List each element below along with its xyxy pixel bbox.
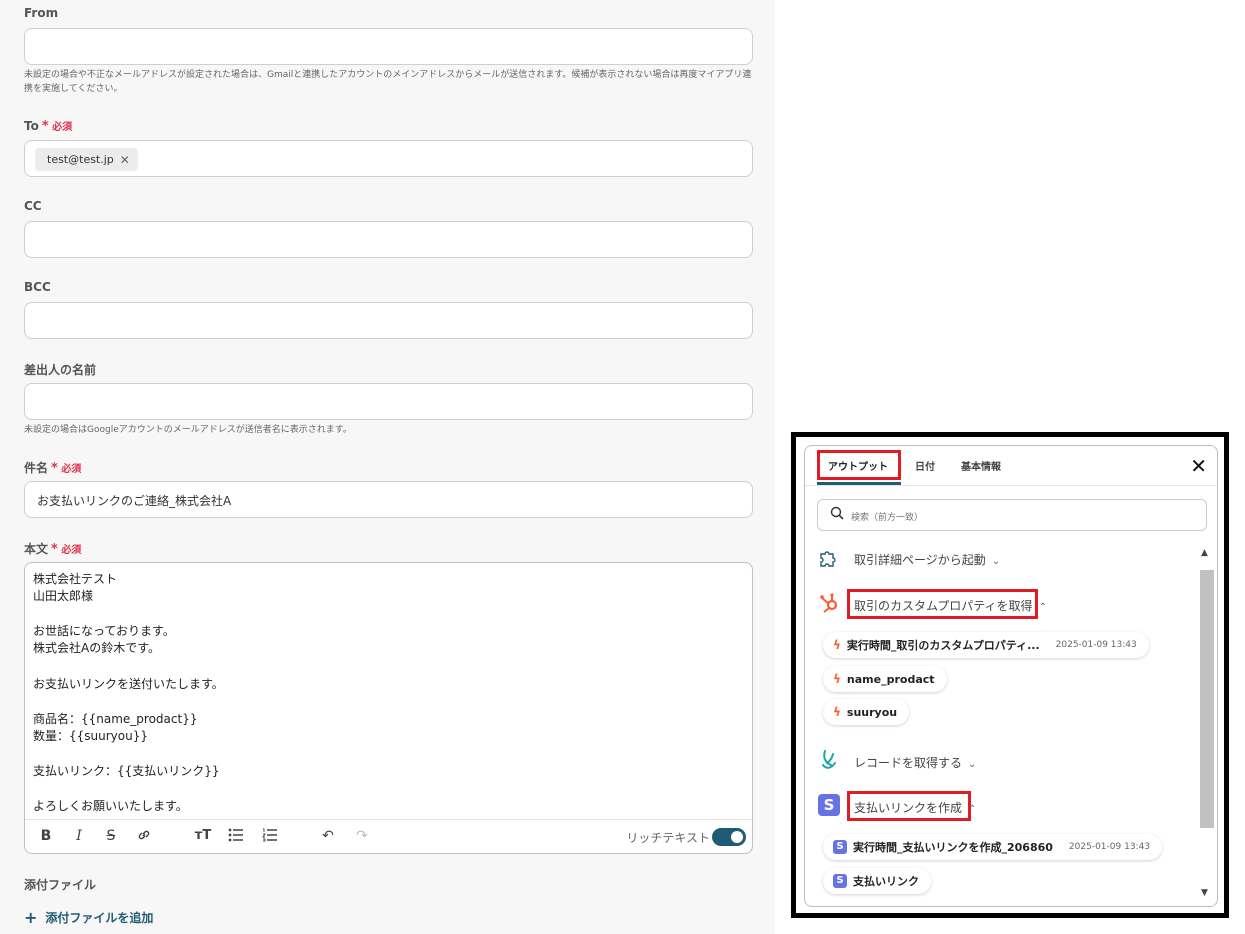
highlight-box [847, 589, 1038, 619]
from-input[interactable] [24, 28, 753, 65]
search-placeholder: 検索（前方一致） [851, 513, 924, 523]
body-label: 本文 * 必須 [24, 540, 81, 557]
strikethrough-icon[interactable]: S [102, 828, 120, 844]
body-line: お世話になっております。 [33, 624, 175, 638]
add-attachment-button[interactable]: + 添付ファイルを追加 [24, 908, 153, 927]
close-icon[interactable]: ✕ [1190, 454, 1207, 478]
hubspot-icon: ϟ [833, 672, 841, 686]
to-label: To * 必須 [24, 118, 72, 134]
body-line: 山田太郎様 [33, 589, 94, 603]
body-line: 株式会社Aの鈴木です。 [33, 641, 161, 655]
from-label: From [24, 6, 59, 20]
scrollbar-thumb[interactable] [1200, 570, 1214, 828]
output-item-timestamp: 2025-01-09 13:43 [1068, 842, 1151, 852]
section-header-record[interactable]: レコードを取得する ⌄ [854, 754, 976, 771]
section-title: 取引詳細ページから起動 [854, 553, 986, 567]
output-item-name: 実行時間_取引のカスタムプロパティ... [846, 639, 1040, 652]
body-line: 商品名：{{name_prodact}} [33, 712, 198, 726]
bcc-label: BCC [24, 280, 51, 294]
hubspot-icon: ϟ [833, 705, 841, 719]
output-item-name: 実行時間_支払いリンクを作成_206860 [853, 841, 1053, 854]
stripe-icon: S [833, 874, 847, 888]
sender-name-hint: 未設定の場合はGoogleアカウントのメールアドレスが送信者名に表示されます。 [24, 425, 352, 435]
cc-input[interactable] [24, 221, 753, 258]
attachments-label: 添付ファイル [24, 878, 97, 892]
output-item-name: suuryou [846, 705, 898, 719]
output-item[interactable]: ϟ 実行時間_取引のカスタムプロパティ... 2025-01-09 13:43 [823, 632, 1149, 658]
editor-toolbar: B I S тT ↶ ↷ リッチテキスト [25, 819, 752, 853]
subject-input[interactable]: お支払いリンクのご連絡_株式会社A [24, 481, 753, 518]
plus-icon: + [24, 908, 38, 927]
hubspot-icon [820, 593, 838, 613]
redo-icon[interactable]: ↷ [353, 828, 371, 844]
body-line: 支払いリンク：{{支払いリンク}} [33, 764, 220, 778]
bold-icon[interactable]: B [37, 828, 55, 844]
required-badge: * 必須 [51, 542, 82, 557]
active-tab-indicator [817, 482, 901, 485]
highlight-box [817, 450, 901, 480]
link-icon[interactable] [135, 828, 153, 846]
sender-name-input[interactable] [24, 383, 753, 420]
stripe-icon: S [818, 794, 840, 816]
bullet-list-icon[interactable] [227, 828, 245, 846]
rich-text-label: リッチテキスト [626, 831, 710, 845]
to-label-text: To [24, 119, 39, 133]
output-item[interactable]: ϟ suuryou [823, 699, 910, 725]
output-item-name: 支払いリンク [853, 875, 919, 888]
subject-value: お支払いリンクのご連絡_株式会社A [37, 494, 232, 508]
body-line: お支払いリンクを送付いたします。 [33, 677, 224, 691]
kintone-icon [822, 750, 836, 769]
tab-basic-info[interactable]: 基本情報 [961, 458, 1001, 473]
search-icon [830, 506, 844, 520]
output-item-timestamp: 2025-01-09 13:43 [1055, 640, 1137, 650]
scroll-down-arrow-icon[interactable]: ▼ [1201, 888, 1208, 898]
from-hint: 未設定の場合や不正なメールアドレスが設定された場合は、Gmailと連携したアカウ… [24, 70, 752, 94]
chevron-down-icon: ⌄ [968, 759, 977, 770]
scrollbar[interactable]: ▲ ▼ [1198, 548, 1214, 898]
add-attachment-label: 添付ファイルを追加 [45, 911, 154, 925]
output-item[interactable]: ϟ name_prodact [823, 666, 947, 692]
chevron-down-icon: ⌄ [991, 556, 1001, 567]
body-line: 数量：{{suuryou}} [33, 729, 148, 743]
body-line: よろしくお願いいたします。 [33, 799, 188, 813]
required-badge: * 必須 [41, 119, 73, 134]
sender-name-label: 差出人の名前 [24, 363, 97, 377]
subject-label: 件名 * 必須 [24, 459, 81, 476]
scroll-up-arrow-icon[interactable]: ▲ [1201, 548, 1208, 558]
stripe-icon: S [833, 840, 847, 854]
tab-bar: アウトプット 日付 基本情報 ✕ [805, 446, 1217, 486]
remove-chip-icon[interactable]: ✕ [120, 153, 130, 167]
hubspot-icon: ϟ [833, 638, 841, 652]
to-input[interactable]: test@test.jp ✕ [24, 140, 753, 177]
bcc-input[interactable] [24, 302, 753, 339]
output-item-name: name_prodact [846, 672, 935, 686]
cc-label: CC [24, 199, 42, 213]
body-editor[interactable]: 株式会社テスト 山田太郎様 お世話になっております。 株式会社Aの鈴木です。 お… [24, 562, 753, 854]
required-badge: * 必須 [51, 461, 82, 476]
undo-icon[interactable]: ↶ [319, 828, 337, 844]
section-header-trigger[interactable]: 取引詳細ページから起動 ⌄ [854, 551, 1000, 568]
tab-date[interactable]: 日付 [915, 458, 935, 473]
output-item[interactable]: S 支払いリンク [823, 868, 931, 894]
text-size-icon[interactable]: тT [194, 828, 212, 843]
output-item[interactable]: S 実行時間_支払いリンクを作成_206860 2025-01-09 13:43 [823, 834, 1163, 860]
body-line: 株式会社テスト [33, 572, 118, 586]
recipient-chip: test@test.jp ✕ [35, 148, 138, 171]
body-label-text: 本文 [24, 542, 49, 556]
italic-icon[interactable]: I [70, 828, 88, 844]
recipient-chip-text: test@test.jp [47, 153, 114, 166]
highlight-box [847, 791, 971, 821]
highlight-frame: アウトプット 日付 基本情報 ✕ 検索（前方一致） 取引詳細ページから起動 ⌄ 取… [791, 432, 1229, 918]
numbered-list-icon[interactable] [261, 828, 279, 846]
subject-label-text: 件名 [24, 461, 49, 475]
puzzle-icon [820, 551, 836, 567]
section-title: レコードを取得する [854, 756, 963, 770]
rich-text-toggle[interactable] [712, 828, 746, 846]
email-form: From 未設定の場合や不正なメールアドレスが設定された場合は、Gmailと連携… [0, 0, 775, 934]
search-input[interactable]: 検索（前方一致） [817, 499, 1207, 531]
chevron-up-icon: ⌃ [1038, 602, 1047, 613]
output-picker-panel: アウトプット 日付 基本情報 ✕ 検索（前方一致） 取引詳細ページから起動 ⌄ 取… [804, 445, 1218, 907]
